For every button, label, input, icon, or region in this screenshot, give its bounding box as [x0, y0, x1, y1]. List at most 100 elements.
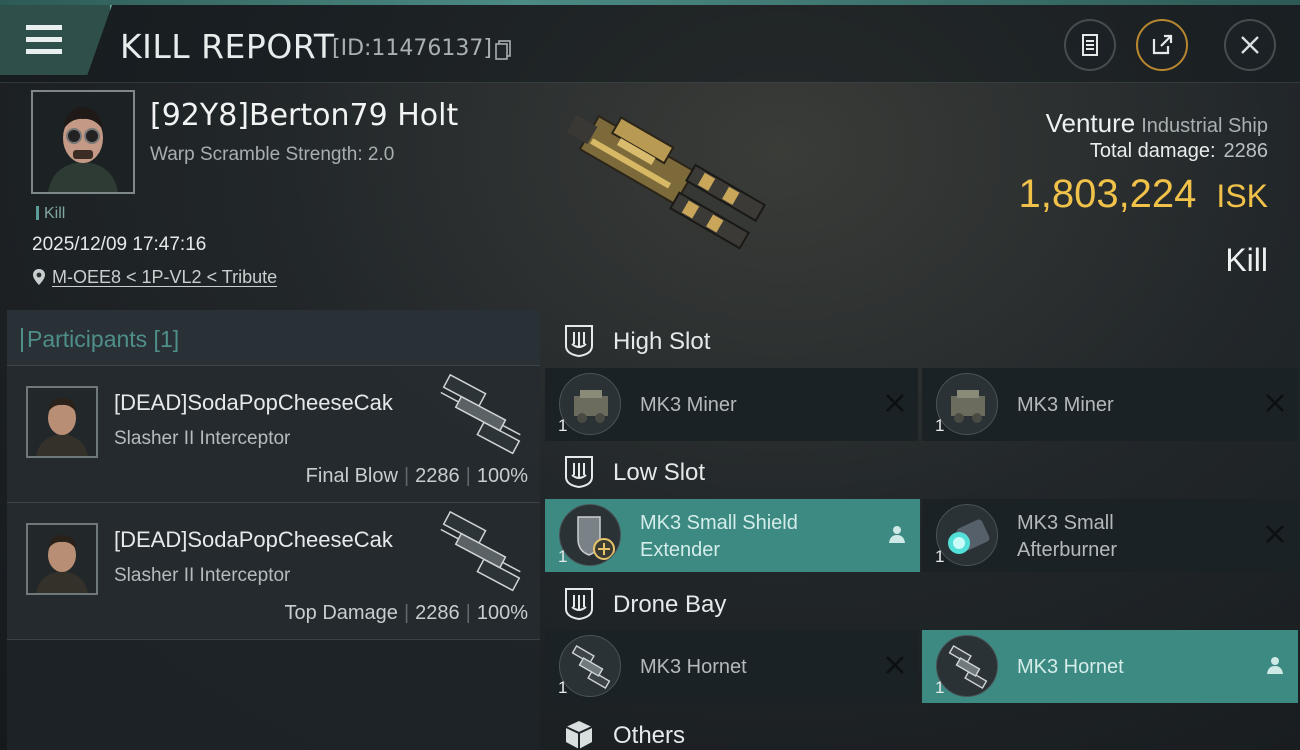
- person-icon: [889, 526, 905, 543]
- participant-percent: 100%: [476, 465, 528, 487]
- fitting-item[interactable]: 1 MK3 Hornet: [545, 630, 918, 703]
- cube-icon: [565, 721, 593, 749]
- victim-avatar: [33, 92, 133, 192]
- isk-unit: ISK: [1216, 178, 1268, 214]
- participants-panel: Participants [1] [DEAD]SodaPopCheeseCak …: [7, 310, 540, 750]
- victim-banner: [92Y8]Berton79 Holt Warp Scramble Streng…: [0, 84, 1300, 306]
- item-quantity: 1: [558, 678, 568, 697]
- others-header: Others: [545, 706, 1300, 750]
- warp-scramble-strength: Warp Scramble Strength: 2.0: [150, 144, 395, 165]
- low-slot-header: Low Slot: [545, 443, 1300, 501]
- fitting-item[interactable]: 1 MK3 Hornet: [922, 630, 1298, 703]
- fitting-item[interactable]: 1 MK3 Small Afterburner: [922, 499, 1298, 572]
- kill-timestamp: 2025/12/09 17:47:16: [32, 234, 207, 255]
- participant-name[interactable]: [DEAD]SodaPopCheeseCak: [114, 390, 393, 416]
- person-icon: [1267, 657, 1283, 674]
- header-bar: KILL REPORT [ID:11476137]: [0, 5, 1300, 83]
- drone-bay-icon: [565, 588, 593, 621]
- total-damage-label: Total damage:: [1089, 140, 1216, 162]
- participants-header: Participants [1]: [7, 310, 540, 366]
- destroyed-icon: [1266, 394, 1284, 412]
- page-title: KILL REPORT: [120, 27, 335, 66]
- close-icon: [1241, 36, 1259, 54]
- participant-stats: Final Blow | 2286 | 100%: [305, 465, 528, 487]
- fittings-panel: High Slot 1 MK3 Miner 1 MK3 Miner Low Sl…: [545, 310, 1300, 750]
- ship-class: Industrial Ship: [1141, 115, 1268, 137]
- result-label: Kill: [1225, 242, 1268, 278]
- high-slot-header: High Slot: [545, 312, 1300, 370]
- total-damage-value: 2286: [1223, 140, 1269, 162]
- fitting-item[interactable]: 1 MK3 Miner: [922, 368, 1298, 441]
- participant-role: Final Blow: [305, 465, 398, 487]
- isk-amount: 1,803,224: [1018, 172, 1197, 216]
- hornet-drone-icon: [936, 635, 998, 697]
- share-icon: [1152, 34, 1173, 55]
- participant-ship: Slasher II Interceptor: [114, 565, 291, 586]
- clipboard-icon: [1082, 34, 1098, 56]
- venture-ship-image: [566, 114, 767, 250]
- item-name: MK3 Hornet: [1017, 656, 1124, 678]
- item-name-line2: Afterburner: [1017, 539, 1118, 561]
- item-name: MK3 Small Afterburner: [1017, 510, 1117, 564]
- clipboard-button[interactable]: [1064, 19, 1116, 71]
- participant-ship: Slasher II Interceptor: [114, 428, 291, 449]
- item-name: MK3 Miner: [1017, 394, 1114, 416]
- copy-icon[interactable]: [495, 40, 511, 60]
- item-name: MK3 Miner: [640, 394, 737, 416]
- item-quantity: 1: [935, 678, 945, 697]
- total-damage: Total damage: 2286: [1090, 140, 1268, 163]
- participant-avatar[interactable]: [26, 523, 98, 595]
- share-button[interactable]: [1136, 19, 1188, 71]
- slasher-ship-image: [440, 511, 521, 592]
- participants-label: Participants [1]: [20, 326, 180, 352]
- low-slot-icon: [565, 456, 593, 489]
- report-id: [ID:11476137]: [332, 36, 492, 61]
- slasher-ship-image: [440, 374, 521, 455]
- participant-row[interactable]: [DEAD]SodaPopCheeseCak Slasher II Interc…: [7, 366, 540, 503]
- participant-avatar[interactable]: [26, 386, 98, 458]
- drone-bay-header: Drone Bay: [545, 575, 1300, 633]
- item-name: MK3 Small Shield Extender: [640, 510, 798, 564]
- fitting-item[interactable]: 1 MK3 Miner: [545, 368, 918, 441]
- victim-portrait[interactable]: [31, 90, 135, 194]
- fitting-item[interactable]: 1 MK3 Small Shield Extender: [545, 499, 920, 572]
- participant-damage: 2286: [415, 465, 460, 487]
- participant-stats: Top Damage | 2286 | 100%: [284, 602, 528, 624]
- kill-location[interactable]: M-OEE8 < 1P-VL2 < Tribute: [32, 267, 277, 288]
- participant-role: Top Damage: [284, 602, 398, 624]
- low-slot-title: Low Slot: [613, 459, 706, 486]
- shield-extender-icon: [559, 504, 621, 566]
- location-text[interactable]: M-OEE8 < 1P-VL2 < Tribute: [52, 267, 277, 287]
- participant-row[interactable]: [DEAD]SodaPopCheeseCak Slasher II Interc…: [7, 503, 540, 640]
- menu-tab[interactable]: [0, 5, 112, 75]
- participant-damage: 2286: [415, 602, 460, 624]
- participant-name[interactable]: [DEAD]SodaPopCheeseCak: [114, 527, 393, 553]
- participant-percent: 100%: [476, 602, 528, 624]
- item-name-line1: MK3 Small: [1017, 512, 1114, 534]
- high-slot-title: High Slot: [613, 328, 711, 355]
- kill-report-screen: KILL REPORT [ID:11476137] [92Y8]Berton79…: [0, 0, 1300, 750]
- item-name: MK3 Hornet: [640, 656, 747, 678]
- item-quantity: 1: [935, 547, 945, 566]
- isk-value: 1,803,224 ISK: [1018, 172, 1268, 217]
- item-name-line2: Extender: [640, 539, 721, 561]
- kill-tag: Kill: [36, 205, 65, 223]
- item-quantity: 1: [935, 416, 945, 435]
- location-pin-icon: [33, 269, 45, 285]
- menu-icon[interactable]: [26, 25, 62, 55]
- close-button[interactable]: [1224, 19, 1276, 71]
- victim-pilot-name[interactable]: [92Y8]Berton79 Holt: [150, 98, 458, 133]
- ship-name[interactable]: Venture: [1046, 108, 1136, 138]
- item-quantity: 1: [558, 416, 568, 435]
- afterburner-icon: [936, 504, 998, 566]
- item-quantity: 1: [558, 547, 568, 566]
- destroyed-icon: [886, 656, 904, 674]
- hornet-drone-icon: [559, 635, 621, 697]
- destroyed-icon: [1266, 525, 1284, 543]
- high-slot-icon: [565, 325, 593, 358]
- victim-ship: Venture Industrial Ship: [1046, 108, 1268, 139]
- miner-icon: [559, 373, 621, 435]
- others-title: Others: [613, 722, 686, 749]
- destroyed-icon: [886, 394, 904, 412]
- drone-bay-title: Drone Bay: [613, 591, 727, 618]
